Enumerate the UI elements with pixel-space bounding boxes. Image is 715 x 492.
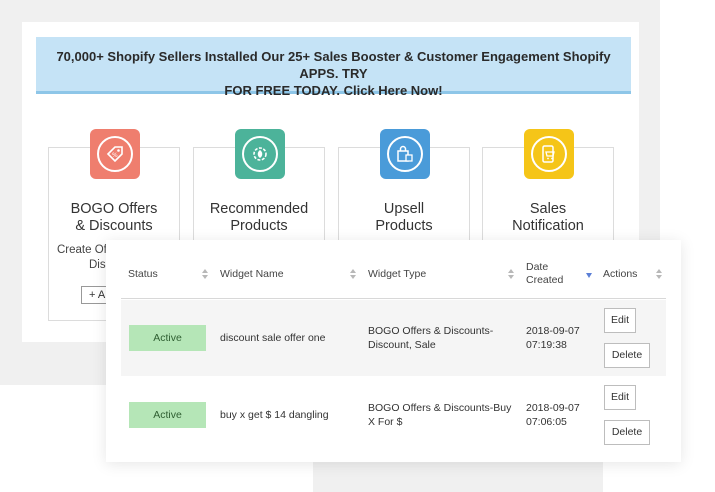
sort-icon[interactable] <box>508 269 514 279</box>
date-created-cell: 2018-09-07 07:06:05 <box>526 402 580 428</box>
delete-button[interactable]: Delete <box>604 343 650 368</box>
table-header: Status Widget Name Widget Type Date Crea… <box>121 255 666 299</box>
date-created-cell: 2018-09-07 07:19:38 <box>526 325 580 351</box>
promo-text-line2: FOR FREE TODAY. Click Here Now! <box>224 83 443 98</box>
phone-cart-icon <box>524 129 574 179</box>
app-title-upsell: Upsell Products <box>375 201 433 234</box>
svg-text:%: % <box>112 152 118 159</box>
table-row: Active buy x get $ 14 dangling BOGO Offe… <box>121 377 666 453</box>
widget-type-cell: BOGO Offers & Discounts- Discount, Sale <box>368 325 494 351</box>
sort-icon[interactable] <box>656 269 662 279</box>
shopping-bag-icon <box>380 129 430 179</box>
status-badge: Active <box>129 325 206 351</box>
sort-icon[interactable] <box>350 269 356 279</box>
header-date-created[interactable]: Date Created <box>526 261 563 287</box>
widget-type-cell: BOGO Offers & Discounts-Buy X For $ <box>368 402 512 428</box>
header-widget-name[interactable]: Widget Name <box>220 268 284 281</box>
app-title-bogo: BOGO Offers & Discounts <box>70 201 158 234</box>
promo-text-line1: 70,000+ Shopify Sellers Installed Our 25… <box>56 49 611 81</box>
app-desc-line2: Dis <box>89 259 106 271</box>
app-title-recommended: Recommended Products <box>209 201 309 234</box>
sort-icon[interactable] <box>202 269 208 279</box>
edit-button[interactable]: Edit <box>604 308 636 333</box>
edit-button[interactable]: Edit <box>604 385 636 410</box>
percent-tag-icon: % <box>90 129 140 179</box>
gear-leaf-icon <box>235 129 285 179</box>
header-actions: Actions <box>603 268 638 280</box>
status-badge: Active <box>129 402 206 428</box>
promo-banner[interactable]: 70,000+ Shopify Sellers Installed Our 25… <box>36 37 631 98</box>
sort-desc-icon[interactable] <box>586 273 592 278</box>
header-status[interactable]: Status <box>128 268 158 281</box>
header-widget-type[interactable]: Widget Type <box>368 268 426 281</box>
app-desc-line1: Create Of <box>57 244 107 256</box>
table-row: Active discount sale offer one BOGO Offe… <box>121 300 666 376</box>
delete-button[interactable]: Delete <box>604 420 650 445</box>
app-title-sales-notification: Sales Notification <box>512 201 584 234</box>
widget-name-cell: discount sale offer one <box>220 332 326 344</box>
widget-name-cell: buy x get $ 14 dangling <box>220 409 329 421</box>
